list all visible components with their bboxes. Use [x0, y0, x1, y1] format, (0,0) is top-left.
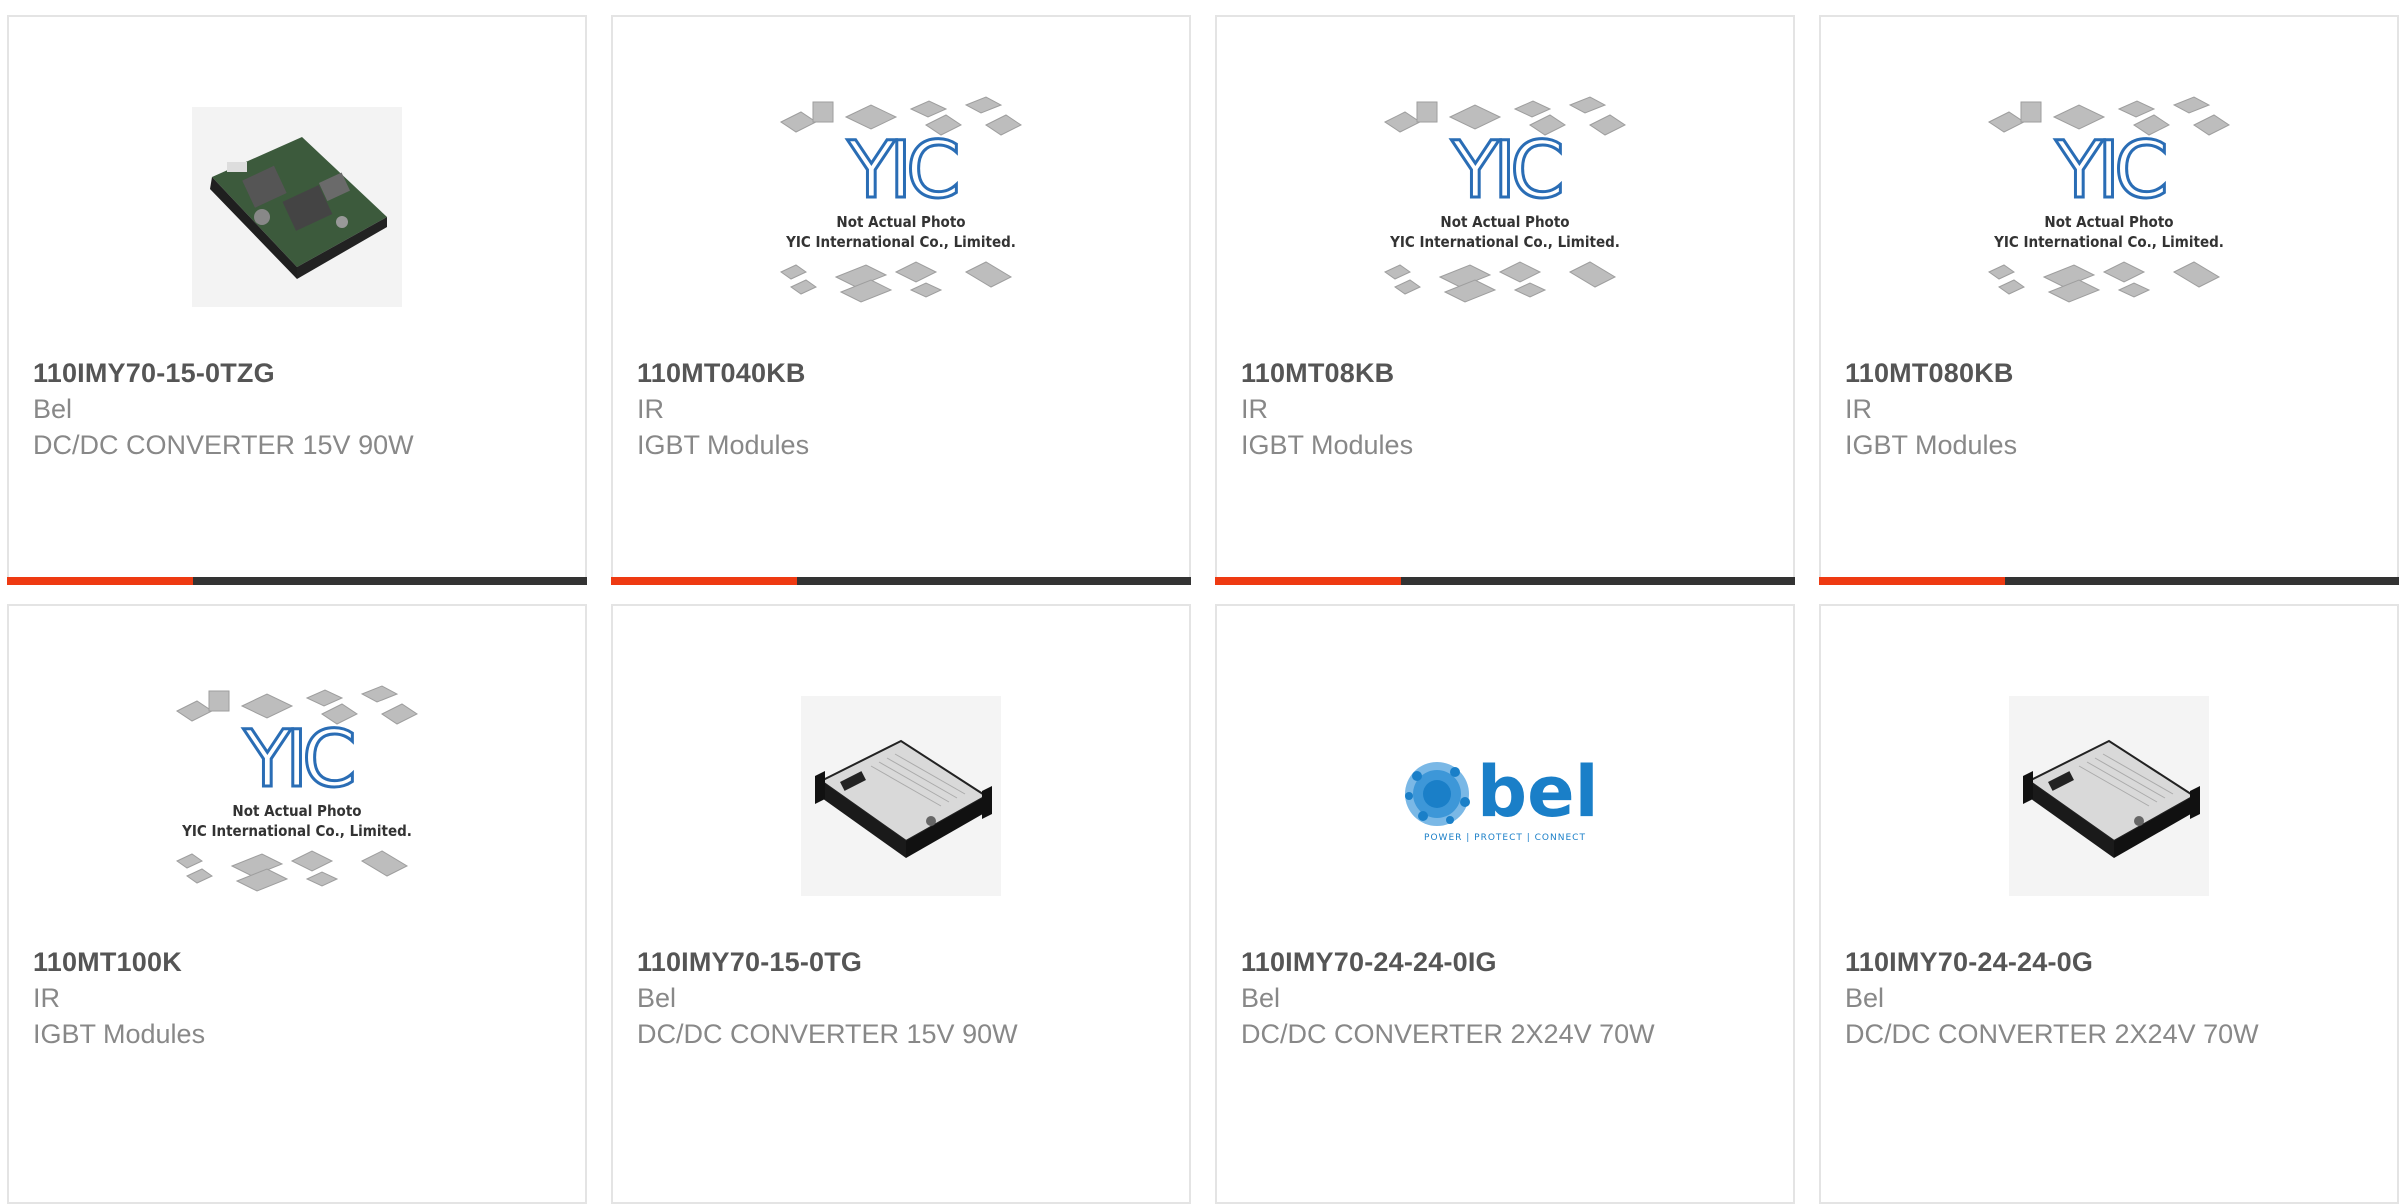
card-footer-bar: [611, 577, 1191, 585]
product-image[interactable]: bel POWER | PROTECT | CONNECT: [1217, 666, 1793, 926]
product-image[interactable]: YIC Not Actual Photo YIC International C…: [1217, 77, 1793, 337]
manufacturer: Bel: [1845, 983, 1885, 1013]
product-card[interactable]: 110IMY70-15-0TZG Bel DC/DC CONVERTER 15V…: [7, 15, 587, 585]
part-number[interactable]: 110IMY70-15-0TG: [637, 944, 1165, 980]
product-description: DC/DC CONVERTER 15V 90W: [637, 1019, 1018, 1049]
product-image[interactable]: [613, 666, 1189, 926]
product-grid: 110IMY70-15-0TZG Bel DC/DC CONVERTER 15V…: [0, 0, 2400, 1204]
yic-placeholder-image: YIC Not Actual Photo YIC International C…: [1384, 96, 1626, 303]
card-footer-bar: [7, 577, 587, 585]
manufacturer: Bel: [33, 394, 73, 424]
yic-logo: YIC: [846, 126, 957, 216]
converter-module-photo: [2009, 696, 2209, 896]
manufacturer: IR: [33, 983, 60, 1013]
part-number[interactable]: 110IMY70-24-24-0G: [1845, 944, 2373, 980]
product-description: IGBT Modules: [1845, 430, 2018, 460]
product-description: IGBT Modules: [637, 430, 810, 460]
bel-logo-image: bel POWER | PROTECT | CONNECT: [1405, 751, 1599, 843]
placeholder-line2: YIC International Co., Limited.: [181, 822, 412, 840]
placeholder-line2: YIC International Co., Limited.: [1993, 233, 2224, 251]
manufacturer: IR: [1845, 394, 1872, 424]
product-description: DC/DC CONVERTER 2X24V 70W: [1845, 1019, 2259, 1049]
card-footer-bar: [1819, 577, 2399, 585]
product-description: DC/DC CONVERTER 15V 90W: [33, 430, 414, 460]
product-description: IGBT Modules: [33, 1019, 206, 1049]
part-number[interactable]: 110MT080KB: [1845, 355, 2373, 391]
converter-module-photo: [801, 696, 1001, 896]
manufacturer: IR: [637, 394, 664, 424]
product-description: IGBT Modules: [1241, 430, 1414, 460]
bel-globe-icon: [1405, 762, 1470, 826]
part-number[interactable]: 110IMY70-15-0TZG: [33, 355, 561, 391]
yic-logo: YIC: [1450, 126, 1561, 216]
yic-logo: YIC: [242, 715, 353, 805]
placeholder-line2: YIC International Co., Limited.: [785, 233, 1016, 251]
card-footer-bar: [1215, 577, 1795, 585]
manufacturer: Bel: [637, 983, 677, 1013]
placeholder-line1: Not Actual Photo: [1440, 213, 1569, 231]
manufacturer: Bel: [1241, 983, 1281, 1013]
product-image[interactable]: YIC Not Actual Photo YIC International C…: [613, 77, 1189, 337]
yic-placeholder-image: YIC Not Actual Photo YIC International C…: [1988, 96, 2230, 303]
yic-placeholder-image: YIC Not Actual Photo YIC International C…: [780, 96, 1022, 303]
product-card[interactable]: YIC Not Actual Photo YIC International C…: [611, 15, 1191, 585]
part-number[interactable]: 110MT040KB: [637, 355, 1165, 391]
placeholder-line1: Not Actual Photo: [836, 213, 965, 231]
part-number[interactable]: 110MT08KB: [1241, 355, 1769, 391]
bel-tagline: POWER | PROTECT | CONNECT: [1424, 833, 1586, 843]
bel-wordmark: bel: [1477, 751, 1599, 833]
product-card[interactable]: 110IMY70-24-24-0G Bel DC/DC CONVERTER 2X…: [1819, 604, 2399, 1204]
placeholder-line1: Not Actual Photo: [232, 802, 361, 820]
product-image[interactable]: YIC Not Actual Photo YIC International C…: [1821, 77, 2397, 337]
product-description: DC/DC CONVERTER 2X24V 70W: [1241, 1019, 1655, 1049]
placeholder-line2: YIC International Co., Limited.: [1389, 233, 1620, 251]
product-card[interactable]: YIC Not Actual Photo YIC International C…: [1215, 15, 1795, 585]
product-image[interactable]: [9, 77, 585, 337]
product-card[interactable]: YIC Not Actual Photo YIC International C…: [1819, 15, 2399, 585]
placeholder-line1: Not Actual Photo: [2044, 213, 2173, 231]
part-number[interactable]: 110IMY70-24-24-0IG: [1241, 944, 1769, 980]
yic-placeholder-image: YIC Not Actual Photo YIC International C…: [176, 685, 418, 892]
manufacturer: IR: [1241, 394, 1268, 424]
product-card[interactable]: bel POWER | PROTECT | CONNECT 110IMY70-2…: [1215, 604, 1795, 1204]
product-image[interactable]: YIC Not Actual Photo YIC International C…: [9, 666, 585, 926]
product-card[interactable]: 110IMY70-15-0TG Bel DC/DC CONVERTER 15V …: [611, 604, 1191, 1204]
part-number[interactable]: 110MT100K: [33, 944, 561, 980]
product-card[interactable]: YIC Not Actual Photo YIC International C…: [7, 604, 587, 1204]
yic-logo: YIC: [2054, 126, 2165, 216]
converter-board-photo: [192, 107, 402, 307]
product-image[interactable]: [1821, 666, 2397, 926]
